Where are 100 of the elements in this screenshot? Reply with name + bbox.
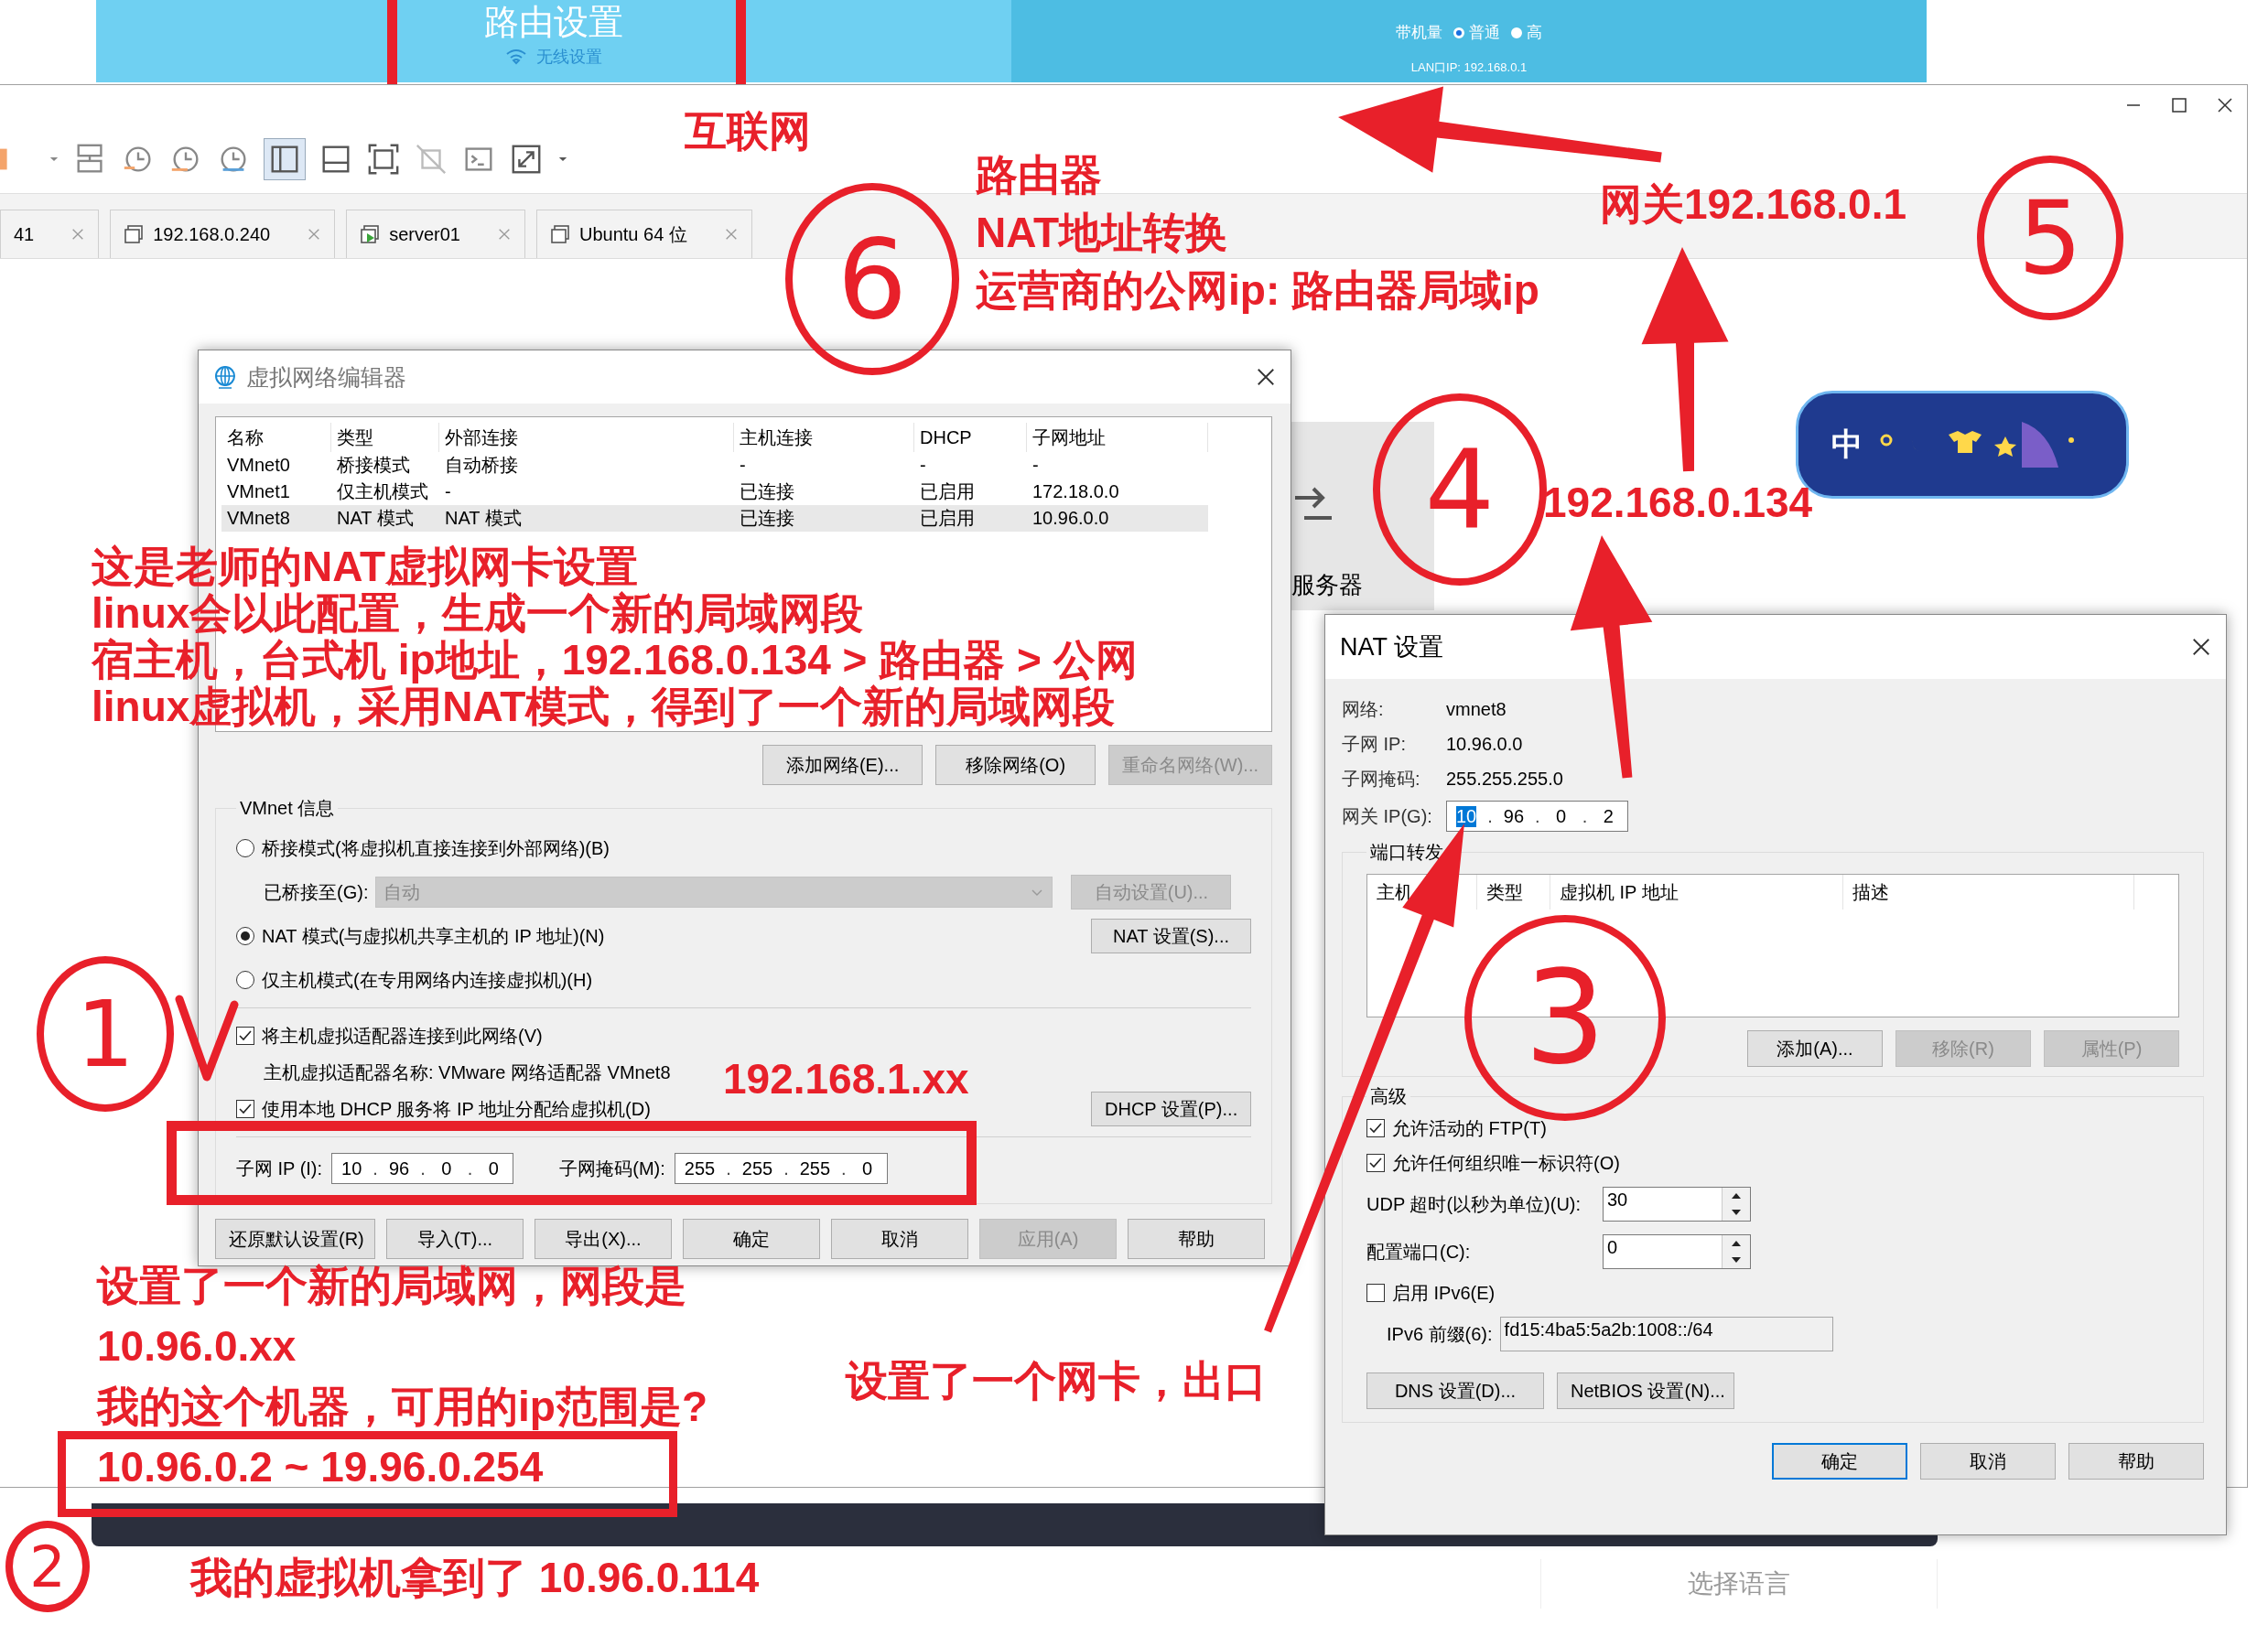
button[interactable]: 添加(A)... xyxy=(1747,1030,1883,1067)
checkbox[interactable] xyxy=(1366,1119,1385,1137)
checkmark-icon xyxy=(1368,1121,1383,1136)
dialog-title: NAT 设置 xyxy=(1340,632,1444,662)
button[interactable]: 取消 xyxy=(831,1219,968,1259)
checkbox[interactable] xyxy=(236,1027,254,1045)
checkbox[interactable] xyxy=(1366,1284,1385,1302)
close-icon[interactable] xyxy=(1256,367,1276,387)
button[interactable]: 帮助 xyxy=(1128,1219,1265,1259)
option-label: 桥接模式(将虚拟机直接连接到外部网络)(B) xyxy=(262,836,610,860)
table-cell-text: VMnet8 xyxy=(226,508,291,529)
button[interactable]: 移除网络(O) xyxy=(935,745,1096,785)
circled-number: 2 xyxy=(5,1521,90,1612)
annotation-text: linux虚拟机，采用NAT模式，得到了一个新的局域网段 xyxy=(92,684,1116,730)
table-cell-text: 10.96.0.0 xyxy=(1031,508,1110,529)
tab[interactable]: 41 xyxy=(0,210,100,258)
circled-number: 6 xyxy=(785,183,959,375)
field-label: 子网 IP: xyxy=(1342,732,1407,756)
field-label: 配置端口(C): xyxy=(1366,1240,1472,1264)
fit-window-icon[interactable] xyxy=(366,142,401,177)
column-header[interactable]: 类型 xyxy=(1486,879,1523,905)
button[interactable]: NetBIOS 设置(N)... xyxy=(1557,1372,1734,1409)
list-row[interactable]: VMnet1 仅主机模式 - 已连接 已启用 172.18.0.0 xyxy=(221,479,1208,505)
option-label: 启用 IPv6(E) xyxy=(1392,1281,1496,1305)
option-label: 将主机虚拟适配器连接到此网络(V) xyxy=(262,1024,543,1048)
table-cell-text: 自动桥接 xyxy=(444,454,519,477)
tab[interactable]: server01 xyxy=(346,210,525,258)
window-icon xyxy=(549,224,570,244)
column-header[interactable]: 描述 xyxy=(1852,879,1889,905)
table-cell-text: 仅主机模式 xyxy=(336,480,429,503)
tab[interactable]: 192.168.0.240 xyxy=(110,210,336,258)
close-icon[interactable] xyxy=(2216,96,2234,114)
close-icon[interactable] xyxy=(2191,637,2211,657)
table-cell-text: 172.18.0.0 xyxy=(1031,481,1120,502)
radio-button[interactable] xyxy=(236,927,254,945)
radio-button[interactable] xyxy=(236,971,254,989)
maximize-icon[interactable] xyxy=(2170,96,2188,114)
column-header[interactable]: DHCP xyxy=(914,423,1027,452)
button[interactable]: 导入(T)... xyxy=(386,1219,524,1259)
checkbox[interactable] xyxy=(236,1100,254,1118)
field-value: 10.96.0.0 xyxy=(1446,733,1523,755)
tab[interactable]: Ubuntu 64 位 xyxy=(535,210,752,258)
checkmark-icon xyxy=(238,1028,253,1043)
group-title: 高级 xyxy=(1370,1086,1407,1106)
annotation-text: 网关192.168.0.1 xyxy=(1600,179,1906,230)
field-label: 带机量 xyxy=(1396,23,1442,43)
radio-button[interactable] xyxy=(236,839,254,857)
table-cell-text: NAT 模式 xyxy=(444,507,523,530)
spin-box[interactable]: 30 xyxy=(1603,1187,1751,1222)
ip-octet[interactable]: 10 xyxy=(1456,805,1477,827)
table-cell-text: NAT 模式 xyxy=(336,507,415,530)
column-header[interactable]: 主机连接 xyxy=(734,423,914,452)
ip-octet[interactable]: 96 xyxy=(1503,805,1525,827)
annotation-text: 互联网 xyxy=(685,106,811,156)
button[interactable]: 还原默认设置(R) xyxy=(215,1219,375,1259)
table-cell-text: - xyxy=(444,481,452,502)
column-header[interactable]: 外部连接 xyxy=(439,423,734,452)
column-header[interactable]: 子网地址 xyxy=(1027,423,1208,452)
circled-number: 4 xyxy=(1373,393,1547,586)
sidebar-layout-icon[interactable] xyxy=(264,138,306,180)
input-field[interactable]: fd15:4ba5:5a2b:1008::/64 xyxy=(1499,1317,1833,1351)
field-label: 网络: xyxy=(1342,697,1385,721)
annotation-text: 我的这个机器，可用的ip范围是? xyxy=(97,1382,707,1432)
annotation-text: 路由器 xyxy=(976,150,1102,200)
ip-field[interactable]: 255 . 255 . 255 . 0 xyxy=(674,1153,888,1184)
dialog-title: 虚拟网络编辑器 xyxy=(246,362,407,392)
circled-number: 5 xyxy=(1977,156,2123,320)
checkbox[interactable] xyxy=(1366,1154,1385,1172)
option-label: 使用本地 DHCP 服务将 IP 地址分配给虚拟机(D) xyxy=(262,1097,651,1121)
column-header[interactable]: 类型 xyxy=(331,423,439,452)
button[interactable]: NAT 设置(S)... xyxy=(1091,919,1251,953)
circled-number: 1 xyxy=(37,956,174,1112)
annotation-text: 10.96.0.xx xyxy=(97,1321,297,1372)
column-header[interactable]: 虚拟机 IP 地址 xyxy=(1560,879,1679,905)
button[interactable]: DNS 设置(D)... xyxy=(1366,1372,1544,1409)
button[interactable]: DHCP 设置(P)... xyxy=(1091,1092,1251,1126)
list-row[interactable]: VMnet8 NAT 模式 NAT 模式 已连接 已启用 10.96.0.0 xyxy=(221,505,1208,532)
wifi-icon xyxy=(505,48,527,65)
column-header[interactable]: 名称 xyxy=(221,423,331,452)
ip-field[interactable]: 10 . 96 . 0 . 2 xyxy=(1446,801,1629,832)
field-label: 子网 IP (I): xyxy=(236,1157,323,1180)
spin-box[interactable]: 0 xyxy=(1603,1234,1751,1269)
circled-number: 3 xyxy=(1464,915,1666,1121)
button[interactable]: 添加网络(E)... xyxy=(762,745,923,785)
button[interactable]: 确定 xyxy=(683,1219,820,1259)
list-row[interactable]: VMnet0 桥接模式 自动桥接 - - - xyxy=(221,452,1208,479)
page-title: 路由设置 xyxy=(484,2,623,42)
ime-mode-label: 中 xyxy=(1831,425,1863,463)
table-cell-text: - xyxy=(1031,455,1040,476)
ip-octet[interactable]: 0 xyxy=(1550,805,1571,827)
option-label: 仅主机模式(在专用网络内连接虚拟机)(H) xyxy=(262,968,593,992)
ip-octet[interactable]: 2 xyxy=(1598,805,1619,827)
button[interactable]: 确定 xyxy=(1772,1443,1907,1480)
annotation-text: 设置了一个网卡，出口 xyxy=(846,1356,1267,1406)
annotation-text: NAT地址转换 xyxy=(976,208,1228,258)
ip-field[interactable]: 10 . 96 . 0 . 0 xyxy=(331,1153,514,1184)
button[interactable]: 帮助 xyxy=(2068,1443,2204,1480)
button[interactable]: 取消 xyxy=(1920,1443,2056,1480)
annotation-text: 192.168.1.xx xyxy=(723,1054,969,1104)
button[interactable]: 导出(X)... xyxy=(535,1219,672,1259)
